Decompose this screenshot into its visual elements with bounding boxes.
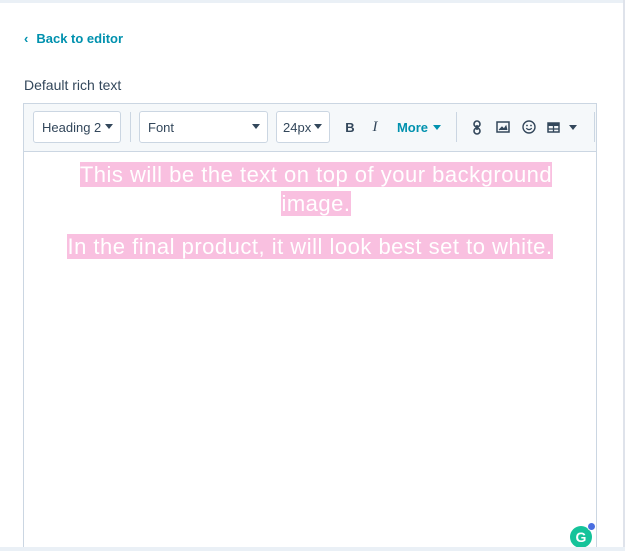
toolbar-divider (594, 112, 595, 142)
more-label: More (396, 119, 429, 135)
editor-toolbar: Heading 2 Font 24px B I More (24, 104, 596, 152)
text-line: This will be the text on top of your bac… (79, 162, 553, 187)
back-to-editor-link[interactable]: ‹ Back to editor (24, 31, 123, 46)
text-line: In the final product, it will look best … (67, 234, 553, 259)
more-button[interactable]: More (394, 118, 444, 136)
image-button[interactable] (495, 118, 511, 136)
emoji-icon (522, 120, 536, 134)
field-label: Default rich text (24, 77, 122, 93)
table-button[interactable] (546, 118, 560, 136)
link-icon (473, 119, 481, 135)
font-select-value: Font (148, 119, 175, 135)
chevron-down-icon (569, 124, 577, 130)
chevron-down-icon (252, 124, 260, 129)
font-size-select[interactable]: 24px (276, 111, 330, 143)
toolbar-divider (130, 112, 131, 142)
emoji-button[interactable] (521, 118, 537, 136)
table-options-button[interactable] (568, 118, 578, 136)
font-select[interactable]: Font (139, 111, 268, 143)
editor-content[interactable]: This will be the text on top of your bac… (24, 152, 596, 552)
heading-select[interactable]: Heading 2 (33, 111, 121, 143)
chevron-down-icon (314, 124, 322, 129)
heading-select-value: Heading 2 (42, 119, 102, 135)
rich-text-editor: Heading 2 Font 24px B I More This will b… (23, 103, 597, 551)
chevron-down-icon (433, 124, 442, 130)
content-paragraph-2: In the final product, it will look best … (24, 232, 596, 262)
back-link-label: Back to editor (36, 31, 124, 46)
text-line: image. (281, 191, 351, 216)
chevron-down-icon (105, 124, 113, 129)
font-size-value: 24px (283, 119, 312, 135)
bottom-border (0, 547, 625, 551)
bold-button[interactable]: B (342, 118, 358, 136)
image-icon (496, 121, 510, 133)
grammarly-status-dot (587, 522, 596, 531)
content-paragraph-1: This will be the text on top of your bac… (56, 160, 576, 218)
chevron-left-icon: ‹ (24, 31, 29, 46)
toolbar-divider (456, 112, 457, 142)
italic-button[interactable]: I (368, 118, 382, 136)
top-border (0, 0, 625, 3)
table-icon (546, 121, 560, 133)
link-button[interactable] (470, 118, 484, 136)
